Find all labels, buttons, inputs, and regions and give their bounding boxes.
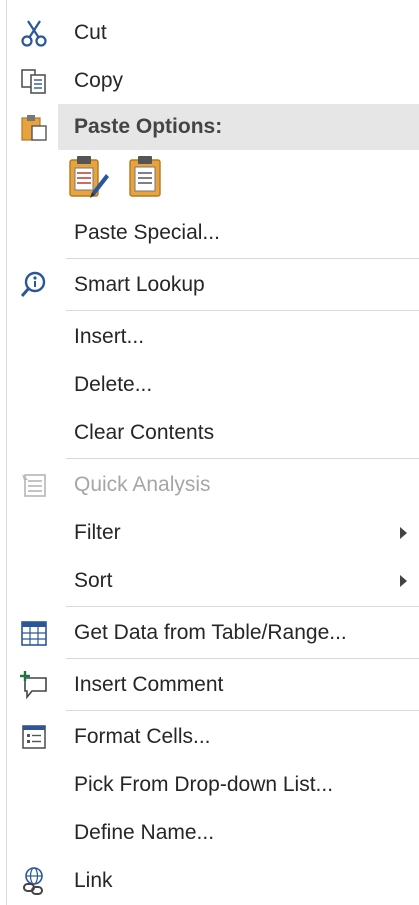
link-label: Link (74, 869, 113, 892)
menu-item-insert[interactable]: Insert... (8, 314, 419, 360)
separator (66, 458, 419, 459)
context-menu: Cut Copy Paste Options: Paste Special...… (0, 0, 419, 905)
format-cells-label: Format Cells... (74, 725, 211, 748)
quick-analysis-label: Quick Analysis (74, 473, 211, 496)
format-cells-icon (16, 719, 52, 755)
insert-comment-label: Insert Comment (74, 673, 224, 696)
separator (66, 258, 419, 259)
cut-label: Cut (74, 21, 107, 44)
menu-item-paste-special[interactable]: Paste Special... (8, 210, 419, 256)
paste-keep-formatting-button[interactable] (66, 154, 110, 204)
clipboard-icon (16, 109, 52, 145)
copy-label: Copy (74, 69, 124, 92)
menu-item-format-cells[interactable]: Format Cells... (8, 714, 419, 760)
quick-analysis-icon (16, 467, 52, 503)
clear-contents-label: Clear Contents (74, 421, 215, 444)
menu-item-link[interactable]: Link (8, 858, 419, 904)
menu-item-copy[interactable]: Copy (8, 58, 419, 104)
smart-lookup-label: Smart Lookup (74, 273, 205, 296)
submenu-arrow-icon (400, 527, 407, 539)
new-comment-icon (16, 667, 52, 703)
menu-item-quick-analysis: Quick Analysis (8, 462, 419, 508)
menu-item-sort[interactable]: Sort (8, 558, 419, 604)
insert-label: Insert... (74, 325, 145, 348)
table-icon (16, 615, 52, 651)
pick-from-list-label: Pick From Drop-down List... (74, 773, 334, 796)
menu-item-get-data[interactable]: Get Data from Table/Range... (8, 610, 419, 656)
paste-options-label: Paste Options: (74, 115, 223, 138)
menu-item-insert-comment[interactable]: Insert Comment (8, 662, 419, 708)
menu-item-clear-contents[interactable]: Clear Contents (8, 410, 419, 456)
menu-item-delete[interactable]: Delete... (8, 362, 419, 408)
menu-item-smart-lookup[interactable]: Smart Lookup (8, 262, 419, 308)
scissors-icon (16, 15, 52, 51)
smart-lookup-icon (16, 267, 52, 303)
separator (66, 710, 419, 711)
delete-label: Delete... (74, 373, 153, 396)
define-name-label: Define Name... (74, 821, 215, 844)
paste-keep-formatting-icon (66, 154, 110, 205)
copy-icon (16, 63, 52, 99)
sort-label: Sort (74, 569, 113, 592)
link-icon (16, 863, 52, 899)
filter-label: Filter (74, 521, 121, 544)
submenu-arrow-icon (400, 575, 407, 587)
menu-item-cut[interactable]: Cut (8, 10, 419, 56)
get-data-label: Get Data from Table/Range... (74, 621, 347, 644)
separator (66, 310, 419, 311)
separator (66, 606, 419, 607)
menu-item-filter[interactable]: Filter (8, 510, 419, 556)
menu-item-pick-from-list[interactable]: Pick From Drop-down List... (8, 762, 419, 808)
menu-item-define-name[interactable]: Define Name... (8, 810, 419, 856)
paste-special-label: Paste Special... (74, 221, 220, 244)
paste-options-header: Paste Options: (8, 104, 419, 150)
separator (66, 658, 419, 659)
paste-values-icon (126, 154, 166, 205)
paste-values-button[interactable] (124, 154, 168, 204)
